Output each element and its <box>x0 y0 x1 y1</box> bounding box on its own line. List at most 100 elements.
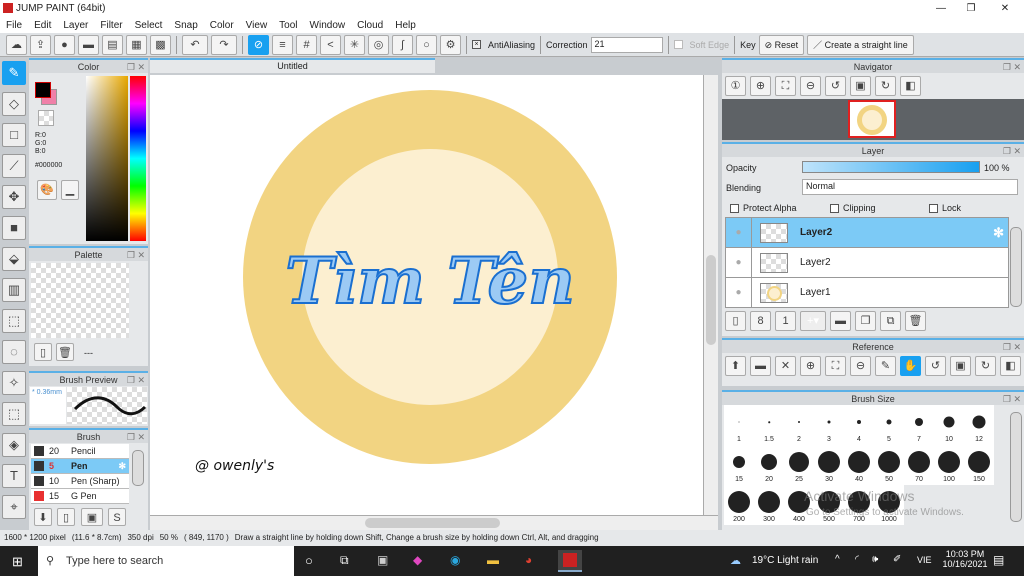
lock-checkbox[interactable]: Lock <box>929 203 961 214</box>
cloud-download-icon[interactable]: ⬇ <box>34 508 52 526</box>
opacity-slider[interactable] <box>802 161 980 173</box>
visibility-icon[interactable]: ● <box>726 218 752 247</box>
fill-rect-tool-icon[interactable]: ■ <box>2 216 26 240</box>
brush-size-5[interactable]: 5 <box>874 405 904 445</box>
brush-menu-icon[interactable]: ▣ <box>81 508 103 526</box>
menu-layer[interactable]: Layer <box>57 20 94 31</box>
layer-row-layer2[interactable]: ● Layer2 <box>726 248 1008 278</box>
weather-text[interactable]: 19°C Light rain <box>752 555 818 566</box>
brush-item-g-pen[interactable]: 15 G Pen <box>31 489 129 504</box>
select-eraser-tool-icon[interactable]: ◈ <box>2 433 26 457</box>
brush-scrollbar[interactable] <box>132 450 144 486</box>
palette-icon[interactable]: 🎨 <box>37 180 57 200</box>
paint-app-icon[interactable]: ◆ <box>413 553 422 567</box>
close-icon[interactable]: ❐ ✕ <box>127 248 145 263</box>
chrome-icon[interactable]: ◕ <box>525 553 532 567</box>
navigator-preview[interactable] <box>722 99 1024 140</box>
share-icon[interactable]: ⇪ <box>30 34 51 55</box>
file-explorer-icon[interactable]: ▬ <box>487 553 499 567</box>
gradient-tool-icon[interactable]: ▥ <box>2 278 26 302</box>
bucket-tool-icon[interactable]: ⬙ <box>2 247 26 271</box>
close-icon[interactable]: ❐ ✕ <box>1003 60 1021 75</box>
redo-icon[interactable]: ↷ <box>211 34 237 55</box>
open-folder-icon[interactable]: ▬ <box>750 356 771 376</box>
settings-sheet-icon[interactable]: ▦ <box>126 34 147 55</box>
wifi-icon[interactable]: ◜ <box>855 554 859 565</box>
document-icon[interactable]: ▤ <box>102 34 123 55</box>
brush-size-1[interactable]: 1 <box>724 405 754 445</box>
select-rect-tool-icon[interactable]: □ <box>2 123 26 147</box>
reset-button[interactable]: ⊘ Reset <box>758 34 805 55</box>
circle-snap-icon[interactable]: ○ <box>416 34 437 55</box>
no-snap-icon[interactable]: ⊘ <box>248 34 269 55</box>
message-icon[interactable]: ▬ <box>78 34 99 55</box>
line-tool-icon[interactable]: ⟋ <box>2 154 26 178</box>
menu-window[interactable]: Window <box>304 20 352 31</box>
close-icon[interactable]: ❐ ✕ <box>1003 340 1021 355</box>
magic-wand-tool-icon[interactable]: ✧ <box>2 371 26 395</box>
radial-snap-icon[interactable]: ✳ <box>344 34 365 55</box>
cloud-icon[interactable]: ☁ <box>6 34 27 55</box>
brush-size-25[interactable]: 25 <box>784 445 814 485</box>
windows-start-icon[interactable]: ⊞ <box>12 554 23 570</box>
horizontal-scrollbar[interactable] <box>150 515 718 530</box>
menu-file[interactable]: File <box>0 20 28 31</box>
move-tool-icon[interactable]: ✥ <box>2 185 26 209</box>
zoom-in-icon[interactable]: ⊕ <box>750 76 771 96</box>
taskbar-search[interactable]: ⚲ Type here to search <box>38 546 294 576</box>
new-8bit-layer-icon[interactable]: 8 <box>750 311 771 331</box>
folder-icon[interactable]: ▬ <box>830 311 851 331</box>
comment-icon[interactable]: ● <box>54 34 75 55</box>
flip-icon[interactable]: ◧ <box>900 76 921 96</box>
menu-select[interactable]: Select <box>129 20 169 31</box>
text-tool-icon[interactable]: T <box>2 464 26 488</box>
brush-size-2[interactable]: 2 <box>784 405 814 445</box>
actual-size-icon[interactable]: ① <box>725 76 746 96</box>
hue-slider[interactable] <box>130 76 146 241</box>
close-icon[interactable]: ❐ ✕ <box>1003 144 1021 159</box>
cortana-icon[interactable]: ○ <box>305 553 313 568</box>
brush-size-4[interactable]: 4 <box>844 405 874 445</box>
grid-edit-icon[interactable]: ▩ <box>150 34 171 55</box>
reset-rotation-icon[interactable]: ▣ <box>850 76 871 96</box>
gear-icon[interactable]: ✻ <box>118 461 126 472</box>
brush-size-20[interactable]: 20 <box>754 445 784 485</box>
menu-edit[interactable]: Edit <box>28 20 57 31</box>
brush-tool-icon[interactable]: ✎ <box>2 61 26 85</box>
close-button[interactable]: ✕ <box>990 0 1020 17</box>
visibility-icon[interactable]: ● <box>726 278 752 307</box>
clipping-checkbox[interactable]: Clipping <box>830 203 876 214</box>
volume-icon[interactable]: 🕪 <box>872 554 878 565</box>
add-layer-menu-icon[interactable]: +▾ <box>800 311 826 331</box>
clock[interactable]: 10:03 PM 10/16/2021 <box>940 549 990 569</box>
maximize-button[interactable]: ❐ <box>956 0 986 17</box>
brush-item-pen-sharp[interactable]: 10 Pen (Sharp) <box>31 474 129 489</box>
eyedropper-icon[interactable]: ▁ <box>61 180 79 200</box>
brush-size-10[interactable]: 10 <box>934 405 964 445</box>
new-layer-icon[interactable]: ▯ <box>725 311 746 331</box>
palette-more[interactable]: --- <box>84 348 93 358</box>
rotate-right-icon[interactable]: ↻ <box>875 76 896 96</box>
vertical-scrollbar[interactable] <box>703 75 718 515</box>
rect-select-tool-icon[interactable]: ⬚ <box>2 309 26 333</box>
close-icon[interactable]: ❐ ✕ <box>127 373 145 388</box>
brush-item-pen[interactable]: 5 Pen ✻ <box>31 459 129 474</box>
saturation-value-picker[interactable] <box>86 76 128 241</box>
new-1bit-layer-icon[interactable]: 1 <box>775 311 796 331</box>
merge-layer-icon[interactable]: ⧉ <box>880 311 901 331</box>
delete-color-icon[interactable]: 🗑 <box>56 343 74 361</box>
eraser-tool-icon[interactable]: ◇ <box>2 92 26 116</box>
snap-settings-icon[interactable]: ⚙ <box>440 34 461 55</box>
brush-size-40[interactable]: 40 <box>844 445 874 485</box>
menu-cloud[interactable]: Cloud <box>351 20 389 31</box>
soft-edge-checkbox[interactable] <box>673 40 683 49</box>
brush-size-scrollbar[interactable] <box>1010 412 1022 522</box>
brush-item-pencil[interactable]: 20 Pencil <box>31 444 129 459</box>
brush-size-70[interactable]: 70 <box>904 445 934 485</box>
brush-size-300[interactable]: 300 <box>754 485 784 525</box>
close-reference-icon[interactable]: ✕ <box>775 356 796 376</box>
duplicate-layer-icon[interactable]: ❐ <box>855 311 876 331</box>
store-icon[interactable]: ▣ <box>377 553 388 567</box>
layer-row-layer2-active[interactable]: ● Layer2 ✻ <box>726 218 1008 248</box>
notifications-icon[interactable]: ▤ <box>993 553 1004 567</box>
